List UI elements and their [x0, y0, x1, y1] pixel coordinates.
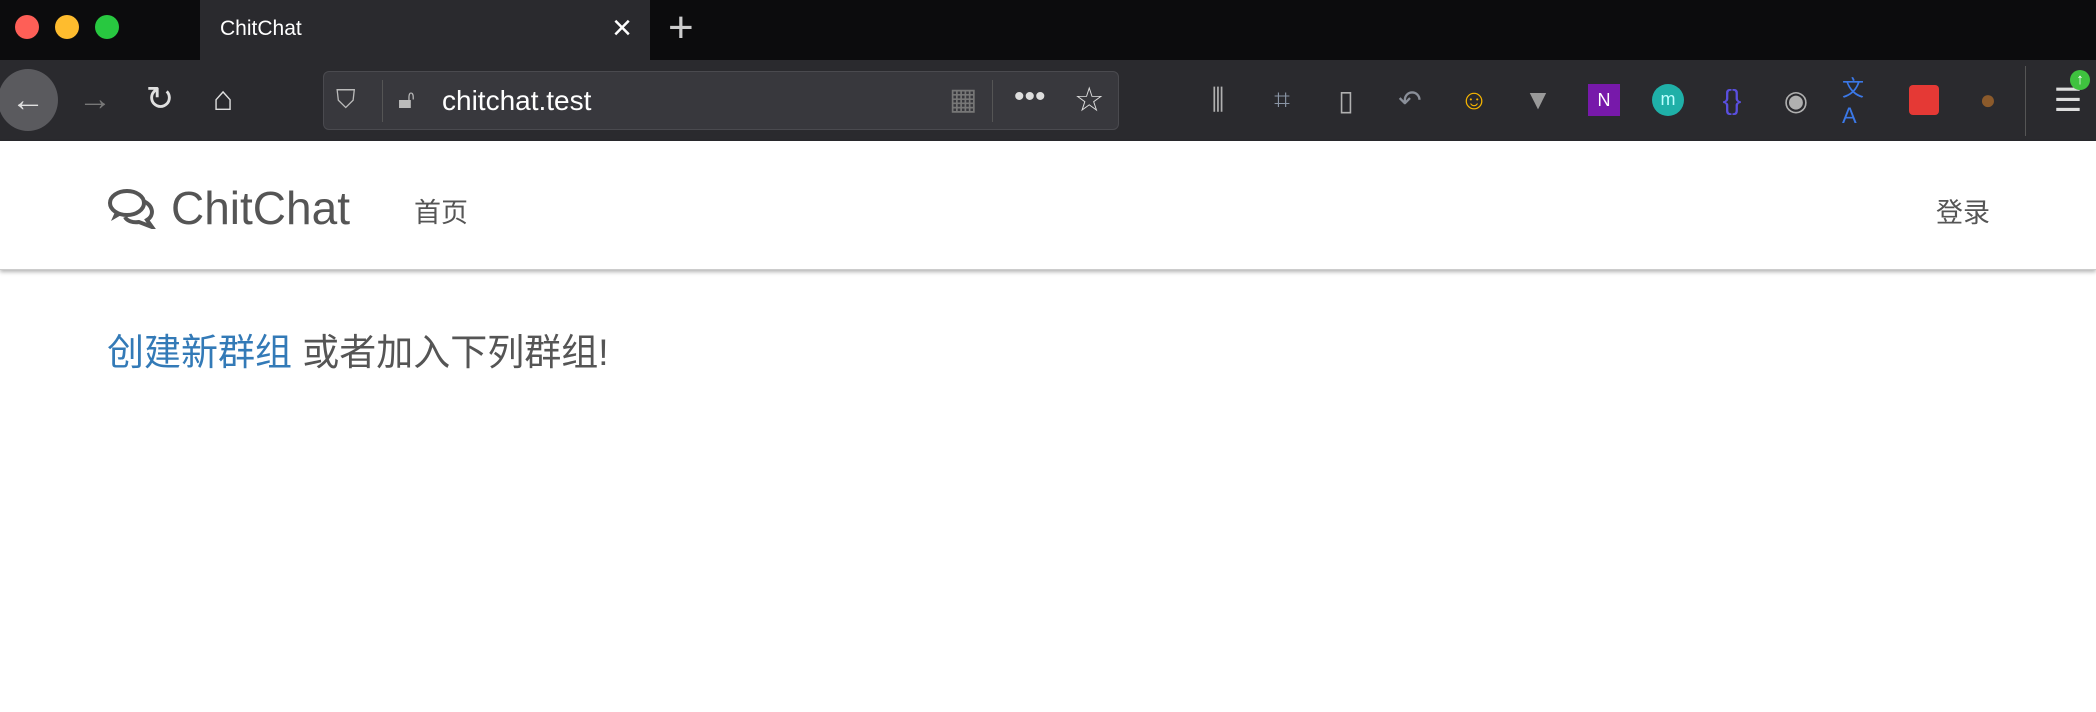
comments-icon — [108, 189, 156, 229]
more-actions-icon[interactable]: ••• — [1014, 80, 1046, 114]
brand-link[interactable]: ChitChat — [107, 181, 350, 235]
sitemap-icon[interactable] — [1909, 85, 1939, 115]
insecure-lock-icon[interactable]: 🔓︎ — [398, 84, 415, 116]
shield-icon[interactable]: ⛉ — [336, 84, 356, 116]
brand-name: ChitChat — [171, 182, 350, 234]
reload-button[interactable]: ↻ — [135, 74, 185, 124]
translate-icon[interactable]: 文A — [1842, 76, 1878, 128]
divider — [2025, 66, 2026, 136]
nav-home-link[interactable]: 首页 — [414, 191, 468, 230]
bracket-icon[interactable]: {} — [1714, 82, 1750, 118]
tab-title: ChitChat — [220, 17, 302, 40]
tab-bar: ChitChat × + — [0, 0, 2096, 60]
url-bar[interactable]: ⛉ 🔓︎ chitchat.test ▦ ••• ☆ — [323, 71, 1119, 130]
library-icon[interactable]: ⫼ — [1200, 82, 1236, 118]
emoji-icon[interactable]: ☺ — [1456, 82, 1492, 118]
divider — [992, 80, 993, 122]
create-group-link[interactable]: 创建新群组 — [107, 332, 292, 373]
divider — [382, 80, 383, 122]
home-button[interactable]: ⌂ — [198, 74, 248, 124]
minimize-window-button[interactable] — [55, 15, 79, 39]
nav-login-link[interactable]: 登录 — [1936, 191, 1990, 230]
account-icon[interactable]: ◉ — [1778, 82, 1814, 118]
tab-chitchat[interactable]: ChitChat × — [200, 0, 650, 60]
forward-button[interactable]: → — [70, 74, 120, 124]
vue-icon[interactable]: ▼ — [1520, 82, 1556, 118]
reader-icon[interactable]: ▯ — [1328, 82, 1364, 118]
crop-icon[interactable]: ⌗ — [1264, 82, 1300, 118]
new-tab-button[interactable]: + — [668, 4, 694, 52]
m-icon[interactable]: m — [1652, 84, 1684, 116]
undo-icon[interactable]: ↶ — [1392, 82, 1428, 118]
qr-code-icon[interactable]: ▦ — [949, 82, 977, 117]
browser-toolbar: ← → ↻ ⌂ ⛉ 🔓︎ chitchat.test ▦ ••• ☆ ⫼ ⌗ ▯… — [0, 60, 2096, 141]
onenote-icon[interactable]: N — [1588, 84, 1620, 116]
main-message: 创建新群组 或者加入下列群组! — [107, 322, 609, 376]
maximize-window-button[interactable] — [95, 15, 119, 39]
update-badge-icon: ↑ — [2070, 70, 2090, 90]
close-window-button[interactable] — [15, 15, 39, 39]
join-groups-text: 或者加入下列群组! — [292, 332, 609, 373]
site-navbar: ChitChat 首页 登录 — [0, 141, 2096, 270]
back-button[interactable]: ← — [0, 69, 58, 131]
close-tab-icon[interactable]: × — [612, 10, 632, 46]
bookmark-star-icon[interactable]: ☆ — [1074, 80, 1104, 120]
cookie-icon[interactable]: ● — [1970, 82, 2006, 118]
url-input[interactable]: chitchat.test — [442, 85, 591, 117]
